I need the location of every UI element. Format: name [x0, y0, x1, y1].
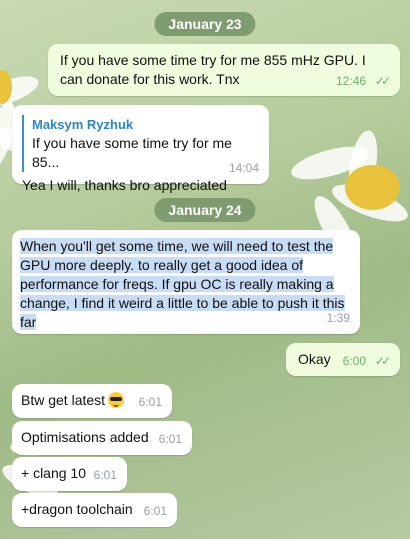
message-time: 1:39	[326, 311, 350, 325]
double-check-icon: ✓✓	[374, 74, 391, 88]
message-text: Btw get latest	[21, 392, 106, 408]
message-text: Optimisations added	[21, 429, 149, 445]
message-time: 12:46	[335, 74, 366, 88]
message-text: + clang 10	[21, 465, 86, 481]
date-separator: January 23	[154, 12, 256, 36]
message-incoming[interactable]: Optimisations added 6:01	[12, 421, 192, 455]
message-incoming[interactable]: + clang 10 6:01	[12, 457, 127, 491]
message-text: +dragon toolchain	[21, 501, 133, 517]
message-outgoing[interactable]: Okay 6:00 ✓✓	[286, 343, 400, 376]
double-check-icon: ✓✓	[374, 354, 391, 368]
message-time: 6:01	[143, 504, 167, 518]
reply-author: Maksym Ryzhuk	[32, 117, 134, 132]
message-text: Yea I will, thanks bro appreciated	[22, 177, 227, 193]
reply-preview[interactable]: Maksym Ryzhuk If you have some time try …	[22, 115, 259, 172]
message-time: 6:01	[158, 432, 182, 446]
reply-snippet: If you have some time try for me 85...	[32, 135, 232, 170]
message-time: 6:01	[138, 395, 162, 409]
message-incoming[interactable]: When you'll get some time, we will need …	[12, 230, 360, 334]
message-incoming[interactable]: Maksym Ryzhuk If you have some time try …	[12, 105, 269, 193]
message-time: 14:04	[228, 161, 259, 175]
message-text: If you have some time try for me 855 mHz…	[60, 52, 366, 87]
message-incoming[interactable]: Btw get latest 6:01	[12, 384, 172, 418]
message-time: 6:01	[93, 468, 117, 482]
message-incoming[interactable]: +dragon toolchain 6:01	[12, 493, 177, 527]
message-text: Okay	[298, 351, 331, 367]
sunglasses-emoji-icon	[108, 392, 125, 408]
message-outgoing[interactable]: If you have some time try for me 855 mHz…	[48, 44, 400, 96]
message-text: When you'll get some time, we will need …	[20, 238, 345, 330]
date-separator: January 24	[154, 198, 256, 222]
message-time: 6:00	[342, 354, 366, 368]
